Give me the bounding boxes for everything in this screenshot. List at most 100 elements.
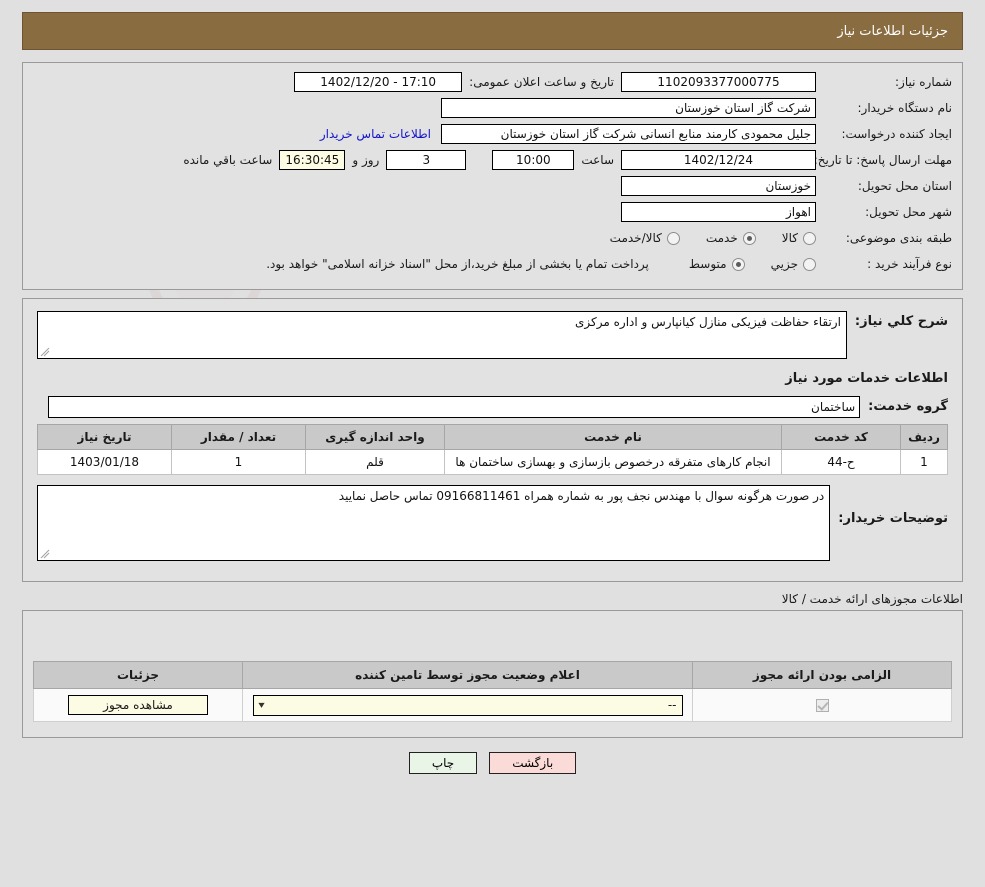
announce-datetime-field[interactable]: 17:10 - 1402/12/20 [294,72,463,92]
th-row-no: ردیف [900,424,948,450]
radio-icon-jozee[interactable] [803,257,816,271]
row-delivery-city: شهر محل تحویل: اهواز [33,201,952,223]
services-section-title: اطلاعات خدمات مورد نیاز [785,371,948,386]
delivery-city-field[interactable]: اهواز [621,202,816,222]
th-unit: واحد اندازه گیری [305,424,445,450]
need-summary-text: ارتقاء حفاظت فیزیکی منازل کیانپارس و ادا… [575,315,841,329]
request-creator-label: ایجاد کننده درخواست: [841,127,952,141]
need-summary-label: شرح کلي نیاز: [854,314,948,329]
th-quantity: تعداد / مقدار [171,424,306,450]
radio-process-motavasset[interactable]: متوسط [689,257,745,271]
cell-need-date: 1403/01/18 [37,449,172,475]
row-purchase-process: نوع فرآیند خرید : جزیي متوسط پرداخت تمام… [33,253,952,275]
th-permit-status: اعلام وضعیت مجوز توسط تامین کننده [242,661,693,689]
table-header-row: ردیف کد خدمت نام خدمت واحد اندازه گیری ت… [37,424,948,450]
table-row: 1 ح-44 انجام کارهای متفرقه درخصوص بازساز… [37,449,948,475]
radio-icon-khedmat[interactable] [742,231,756,245]
radio-category-kala[interactable]: کالا [782,231,816,245]
radio-label-kala: کالا [781,231,798,245]
payment-note: پرداخت تمام یا بخشی از مبلغ خرید،از محل … [266,257,649,271]
row-subject-category: طبقه بندی موضوعی: کالا خدمت کالا/خدمت [33,227,952,249]
announce-label: تاریخ و ساعت اعلان عمومی: [469,75,614,89]
buyer-notes-text: در صورت هرگونه سوال با مهندس نجف پور به … [338,489,825,503]
th-permit-required: الزامی بودن ارائه مجوز [692,661,952,689]
print-button[interactable]: چاپ [408,752,478,774]
deadline-date-field[interactable]: 1402/12/24 [621,150,816,170]
service-group-label: گروه خدمت: [868,399,948,414]
cell-service-name: انجام کارهای متفرقه درخصوص بازسازی و بهس… [444,449,782,475]
view-permit-button[interactable]: مشاهده مجوز [68,695,208,715]
need-info-panel: شماره نیاز: 1102093377000775 تاریخ و ساع… [22,62,963,290]
cell-permit-required [692,688,952,722]
buyer-contact-link[interactable]: اطلاعات تماس خریدار [320,127,441,141]
permit-required-checkbox [815,699,829,712]
cell-unit: قلم [305,449,445,475]
page-title: جزئیات اطلاعات نیاز [837,23,948,39]
need-number-label: شماره نیاز: [895,75,952,89]
row-need-number: شماره نیاز: 1102093377000775 تاریخ و ساع… [33,71,952,93]
back-button[interactable]: بازگشت [489,752,577,774]
radio-icon-kala[interactable] [803,231,816,245]
permits-caption: اطلاعات مجوزهای ارائه خدمت / کالا [781,592,963,606]
row-response-deadline: مهلت ارسال پاسخ: تا تاریخ: 1402/12/24 سا… [33,149,952,171]
footer-actions: بازگشت چاپ [0,752,985,774]
th-need-date: تاریخ نیاز [37,424,172,450]
chevron-down-icon[interactable]: ▾ [258,700,264,711]
remaining-hours-field[interactable]: 16:30:45 [279,150,346,170]
remaining-hours-label: ساعت باقي مانده [183,153,273,167]
need-number-field[interactable]: 1102093377000775 [621,72,816,92]
cell-permit-status: -- ▾ [242,688,693,722]
buyer-notes-label: توضیحات خریدار: [838,511,948,526]
resize-grip-icon[interactable] [40,347,50,357]
row-buyer-notes: توضیحات خریدار: در صورت هرگونه سوال با م… [37,485,948,561]
row-request-creator: ایجاد کننده درخواست: جلیل محمودی کارمند … [33,123,952,145]
radio-label-motavasset: متوسط [688,257,727,271]
th-service-name: نام خدمت [444,424,782,450]
buyer-org-label: نام دستگاه خریدار: [857,101,953,115]
radio-label-khedmat: خدمت [705,231,738,245]
permits-header-row: الزامی بودن ارائه مجوز اعلام وضعیت مجوز … [33,661,952,689]
radio-category-khedmat[interactable]: خدمت [706,231,756,245]
remaining-days-label: روز و [352,153,380,167]
need-summary-textarea[interactable]: ارتقاء حفاظت فیزیکی منازل کیانپارس و ادا… [37,311,847,359]
row-service-group: گروه خدمت: ساختمان [37,396,948,418]
resize-grip-icon[interactable] [40,549,50,559]
cell-quantity: 1 [171,449,306,475]
cell-row-no: 1 [900,449,948,475]
delivery-province-label: استان محل تحویل: [857,179,952,193]
buyer-notes-textarea[interactable]: در صورت هرگونه سوال با مهندس نجف پور به … [37,485,831,561]
permit-status-value: -- [667,698,677,712]
cell-service-code: ح-44 [781,449,901,475]
page-header: جزئیات اطلاعات نیاز [22,12,963,50]
deadline-time-field[interactable]: 10:00 [492,150,575,170]
buyer-org-field[interactable]: شرکت گاز استان خوزستان [441,98,816,118]
service-group-field[interactable]: ساختمان [48,396,861,418]
row-delivery-province: استان محل تحویل: خوزستان [33,175,952,197]
permits-row: -- ▾ مشاهده مجوز [33,688,952,722]
request-creator-field[interactable]: جلیل محمودی کارمند منابع انسانی شرکت گاز… [441,124,816,144]
radio-process-jozee[interactable]: جزیي [771,257,816,271]
services-panel: شرح کلي نیاز: ارتقاء حفاظت فیزیکی منازل … [22,298,963,582]
permits-inner: الزامی بودن ارائه مجوز اعلام وضعیت مجوز … [33,621,952,722]
radio-label-kala-khedmat: کالا/خدمت [609,231,662,245]
permits-panel: الزامی بودن ارائه مجوز اعلام وضعیت مجوز … [22,610,963,738]
th-permit-details: جزئیات [33,661,243,689]
radio-label-jozee: جزیي [770,257,798,271]
deadline-hour-label: ساعت [581,153,614,167]
row-need-summary: شرح کلي نیاز: ارتقاء حفاظت فیزیکی منازل … [37,311,948,359]
radio-category-kala-khedmat[interactable]: کالا/خدمت [610,231,680,245]
radio-icon-motavasset[interactable] [731,257,745,271]
cell-permit-details: مشاهده مجوز [33,688,243,722]
radio-icon-kala-khedmat[interactable] [666,231,680,245]
permit-status-select[interactable]: -- ▾ [252,694,683,716]
page-root: جزئیات اطلاعات نیاز شماره نیاز: 11020933… [0,12,985,774]
subject-category-label: طبقه بندی موضوعی: [845,231,952,245]
row-buyer-org: نام دستگاه خریدار: شرکت گاز استان خوزستا… [33,97,952,119]
delivery-city-label: شهر محل تحویل: [865,205,952,219]
purchase-process-label: نوع فرآیند خرید : [867,257,952,271]
response-deadline-label: مهلت ارسال پاسخ: تا تاریخ: [813,153,952,167]
th-service-code: کد خدمت [781,424,901,450]
remaining-days-field[interactable]: 3 [386,150,467,170]
delivery-province-field[interactable]: خوزستان [621,176,816,196]
service-items-table: ردیف کد خدمت نام خدمت واحد اندازه گیری ت… [37,424,948,475]
